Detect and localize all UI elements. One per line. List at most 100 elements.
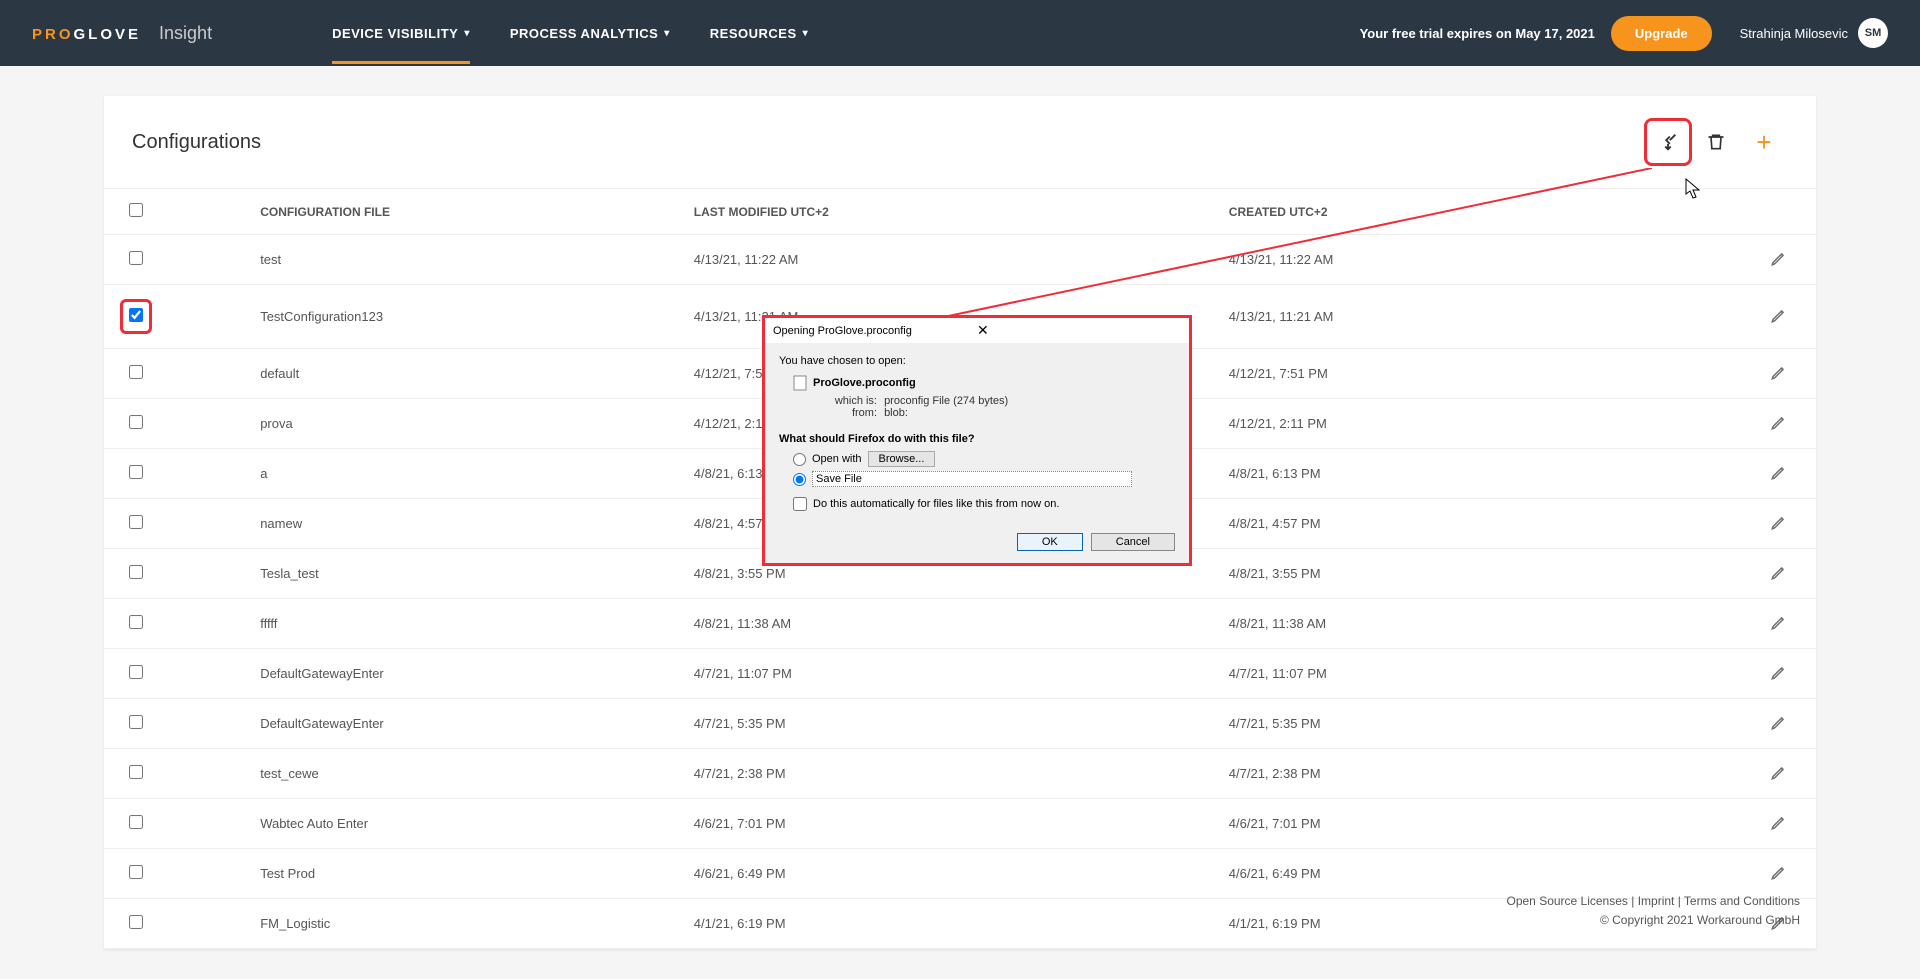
trial-notice: Your free trial expires on May 17, 2021 — [1360, 26, 1595, 41]
row-created: 4/7/21, 11:07 PM — [1217, 649, 1752, 699]
pencil-icon — [1770, 713, 1788, 731]
dialog-intro: You have chosen to open: — [779, 355, 1175, 367]
footer: Open Source Licenses | Imprint | Terms a… — [1507, 892, 1801, 930]
col-last-modified: LAST MODIFIED UTC+2 — [682, 189, 1217, 235]
row-name: namew — [168, 499, 682, 549]
delete-button[interactable] — [1692, 118, 1740, 166]
edit-button[interactable] — [1770, 312, 1788, 327]
ok-button[interactable]: OK — [1017, 533, 1083, 551]
row-checkbox[interactable] — [129, 665, 143, 679]
edit-button[interactable] — [1770, 469, 1788, 484]
auto-label: Do this automatically for files like thi… — [813, 498, 1059, 510]
select-all-checkbox[interactable] — [129, 203, 143, 217]
upgrade-button[interactable]: Upgrade — [1611, 16, 1712, 51]
row-name: DefaultGatewayEnter — [168, 649, 682, 699]
table-row: DefaultGatewayEnter4/7/21, 11:07 PM4/7/2… — [104, 649, 1816, 699]
row-last-modified: 4/13/21, 11:22 AM — [682, 235, 1217, 285]
row-name: test_cewe — [168, 749, 682, 799]
row-checkbox[interactable] — [129, 815, 143, 829]
footer-copy: © Copyright 2021 Workaround GmbH — [1507, 911, 1801, 930]
edit-button[interactable] — [1770, 769, 1788, 784]
nav-resources[interactable]: RESOURCES▾ — [710, 26, 808, 41]
row-checkbox[interactable] — [129, 865, 143, 879]
row-checkbox[interactable] — [129, 765, 143, 779]
row-checkbox[interactable] — [129, 415, 143, 429]
pencil-icon — [1770, 513, 1788, 531]
row-created: 4/13/21, 11:22 AM — [1217, 235, 1752, 285]
edit-button[interactable] — [1770, 669, 1788, 684]
browse-button[interactable]: Browse... — [868, 451, 936, 467]
row-created: 4/12/21, 2:11 PM — [1217, 399, 1752, 449]
row-checkbox[interactable] — [129, 365, 143, 379]
config-table: CONFIGURATION FILE LAST MODIFIED UTC+2 C… — [104, 189, 1816, 949]
edit-button[interactable] — [1770, 419, 1788, 434]
table-row: fffff4/8/21, 11:38 AM4/8/21, 11:38 AM — [104, 599, 1816, 649]
row-name: Test Prod — [168, 849, 682, 899]
avatar: SM — [1858, 18, 1888, 48]
row-last-modified: 4/7/21, 11:07 PM — [682, 649, 1217, 699]
pencil-icon — [1770, 249, 1788, 267]
edit-button[interactable] — [1770, 569, 1788, 584]
table-row: test4/13/21, 11:22 AM4/13/21, 11:22 AM — [104, 235, 1816, 285]
add-button[interactable]: + — [1740, 118, 1788, 166]
row-created: 4/8/21, 3:55 PM — [1217, 549, 1752, 599]
edit-button[interactable] — [1770, 719, 1788, 734]
dialog-filetype: proconfig File (274 bytes) — [884, 395, 1008, 407]
user-menu[interactable]: Strahinja Milosevic SM — [1740, 18, 1888, 48]
row-last-modified: 4/1/21, 6:19 PM — [682, 899, 1217, 949]
main-nav: DEVICE VISIBILITY▾PROCESS ANALYTICS▾RESO… — [332, 26, 808, 41]
table-row: Wabtec Auto Enter4/6/21, 7:01 PM4/6/21, … — [104, 799, 1816, 849]
row-checkbox[interactable] — [129, 615, 143, 629]
row-name: fffff — [168, 599, 682, 649]
wrench-download-icon — [1657, 131, 1679, 153]
dialog-close-button[interactable]: ✕ — [973, 322, 1181, 339]
edit-button[interactable] — [1770, 369, 1788, 384]
file-icon — [793, 375, 807, 391]
nav-process-analytics[interactable]: PROCESS ANALYTICS▾ — [510, 26, 670, 41]
edit-button[interactable] — [1770, 519, 1788, 534]
page-title: Configurations — [132, 131, 1644, 154]
logo: PROGLOVE Insight — [32, 23, 212, 44]
row-last-modified: 4/7/21, 2:38 PM — [682, 749, 1217, 799]
top-bar: PROGLOVE Insight DEVICE VISIBILITY▾PROCE… — [0, 0, 1920, 66]
cancel-button[interactable]: Cancel — [1091, 533, 1175, 551]
nav-device-visibility[interactable]: DEVICE VISIBILITY▾ — [332, 26, 470, 64]
row-created: 4/6/21, 7:01 PM — [1217, 799, 1752, 849]
row-last-modified: 4/8/21, 11:38 AM — [682, 599, 1217, 649]
table-row: test_cewe4/7/21, 2:38 PM4/7/21, 2:38 PM — [104, 749, 1816, 799]
row-name: Wabtec Auto Enter — [168, 799, 682, 849]
download-config-button[interactable] — [1644, 118, 1692, 166]
col-config-file: CONFIGURATION FILE — [168, 189, 682, 235]
row-checkbox[interactable] — [129, 565, 143, 579]
table-row: DefaultGatewayEnter4/7/21, 5:35 PM4/7/21… — [104, 699, 1816, 749]
row-checkbox[interactable] — [129, 308, 143, 322]
edit-button[interactable] — [1770, 255, 1788, 270]
row-created: 4/8/21, 6:13 PM — [1217, 449, 1752, 499]
chevron-down-icon: ▾ — [803, 28, 809, 39]
save-file-radio[interactable] — [793, 473, 806, 486]
auto-checkbox[interactable] — [793, 497, 807, 511]
row-last-modified: 4/6/21, 6:49 PM — [682, 849, 1217, 899]
row-checkbox[interactable] — [129, 715, 143, 729]
dialog-from: blob: — [884, 407, 908, 419]
edit-button[interactable] — [1770, 619, 1788, 634]
row-name: DefaultGatewayEnter — [168, 699, 682, 749]
open-with-radio[interactable] — [793, 453, 806, 466]
row-checkbox[interactable] — [129, 251, 143, 265]
download-dialog: Opening ProGlove.proconfig ✕ You have ch… — [762, 315, 1192, 566]
edit-button[interactable] — [1770, 819, 1788, 834]
row-created: 4/13/21, 11:21 AM — [1217, 285, 1752, 349]
save-file-field[interactable] — [812, 471, 1132, 487]
user-name: Strahinja Milosevic — [1740, 26, 1848, 41]
chevron-down-icon: ▾ — [664, 28, 670, 39]
footer-links[interactable]: Open Source Licenses | Imprint | Terms a… — [1507, 892, 1801, 911]
pencil-icon — [1770, 363, 1788, 381]
edit-button[interactable] — [1770, 869, 1788, 884]
pencil-icon — [1770, 813, 1788, 831]
row-checkbox[interactable] — [129, 465, 143, 479]
row-checkbox[interactable] — [129, 915, 143, 929]
row-name: default — [168, 349, 682, 399]
row-created: 4/7/21, 5:35 PM — [1217, 699, 1752, 749]
chevron-down-icon: ▾ — [464, 28, 470, 39]
row-checkbox[interactable] — [129, 515, 143, 529]
